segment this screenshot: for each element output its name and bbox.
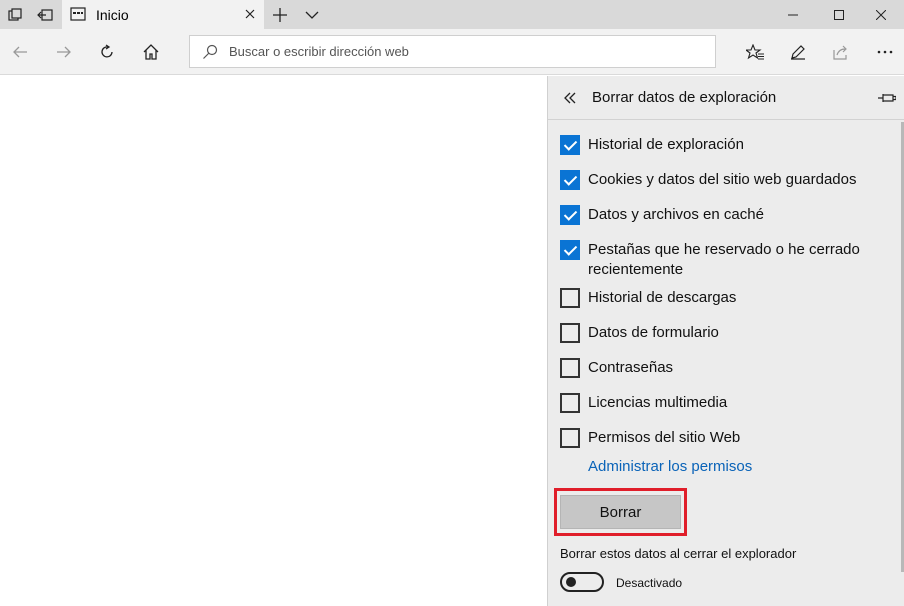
- favorites-button[interactable]: [740, 37, 770, 67]
- address-placeholder: Buscar o escribir dirección web: [229, 44, 409, 59]
- tab-title: Inicio: [96, 7, 129, 23]
- checkbox[interactable]: [560, 393, 580, 413]
- home-icon: [143, 44, 159, 60]
- new-tab-button[interactable]: [265, 0, 295, 29]
- minimize-button[interactable]: [770, 0, 816, 29]
- back-icon: [13, 46, 27, 58]
- back-button[interactable]: [5, 37, 35, 67]
- address-bar[interactable]: Buscar o escribir dirección web: [189, 35, 716, 68]
- tab-inicio[interactable]: Inicio: [62, 0, 264, 29]
- more-button[interactable]: [870, 37, 900, 67]
- close-icon: [245, 9, 255, 19]
- pin-icon: [878, 94, 896, 102]
- toggle-state-label: Desactivado: [616, 576, 683, 590]
- tab-preview-button[interactable]: [0, 0, 30, 29]
- forward-icon: [57, 46, 71, 58]
- option-label: Pestañas que he reservado o he cerrado r…: [588, 241, 860, 278]
- home-button[interactable]: [136, 37, 166, 67]
- checkbox[interactable]: [560, 428, 580, 448]
- clear-on-close-toggle[interactable]: [560, 572, 604, 592]
- panel-back-button[interactable]: [560, 88, 580, 108]
- checkbox[interactable]: [560, 170, 580, 190]
- option-label: Contraseñas: [588, 359, 674, 376]
- toggle-knob: [566, 577, 576, 587]
- manage-permissions-link[interactable]: Administrar los permisos: [588, 458, 752, 475]
- panel-header: Borrar datos de exploración: [548, 76, 904, 120]
- checkbox[interactable]: [560, 288, 580, 308]
- pin-panel-button[interactable]: [877, 88, 897, 108]
- option-label: Historial de descargas: [588, 289, 737, 306]
- maximize-button[interactable]: [816, 0, 862, 29]
- clear-browsing-data-panel: Borrar datos de exploración Historial de…: [547, 76, 904, 606]
- chevron-left-double-icon: [564, 92, 576, 104]
- checkbox[interactable]: [560, 240, 580, 260]
- share-button[interactable]: [826, 37, 856, 67]
- refresh-button[interactable]: [92, 37, 122, 67]
- option-label: Licencias multimedia: [588, 394, 728, 411]
- search-icon: [203, 44, 218, 59]
- web-note-button[interactable]: [783, 37, 813, 67]
- minimize-icon: [788, 14, 798, 15]
- checkbox[interactable]: [560, 205, 580, 225]
- option-label: Datos de formulario: [588, 324, 719, 341]
- tab-list-button[interactable]: [297, 0, 327, 29]
- clear-button[interactable]: Borrar: [560, 495, 681, 529]
- page-content: [0, 76, 547, 606]
- favorites-icon: [746, 44, 764, 60]
- new-tab-icon: [273, 7, 287, 22]
- web-note-icon: [791, 45, 805, 60]
- set-aside-tabs-icon: [37, 8, 53, 21]
- forward-button[interactable]: [49, 37, 79, 67]
- panel-title: Borrar datos de exploración: [592, 89, 777, 106]
- share-icon: [833, 45, 847, 60]
- tab-bar: Inicio: [0, 0, 904, 29]
- set-aside-tabs-button[interactable]: [30, 0, 60, 29]
- option-label: Historial de exploración: [588, 136, 744, 153]
- tab-preview-icon: [8, 7, 22, 21]
- chevron-down-icon: [305, 11, 319, 19]
- option-label: Datos y archivos en caché: [588, 206, 764, 223]
- close-icon: [876, 9, 886, 20]
- checkbox[interactable]: [560, 135, 580, 155]
- page-icon: [70, 7, 86, 21]
- tab-close-button[interactable]: [240, 4, 260, 24]
- window-close-button[interactable]: [858, 0, 904, 29]
- checkbox[interactable]: [560, 358, 580, 378]
- more-icon: [877, 50, 893, 54]
- refresh-icon: [101, 44, 113, 58]
- option-label: Permisos del sitio Web: [588, 429, 741, 446]
- maximize-icon: [834, 9, 844, 20]
- clear-on-close-label: Borrar estos datos al cerrar el explorad…: [560, 546, 797, 561]
- option-label: Cookies y datos del sitio web guardados: [588, 171, 857, 188]
- navigation-bar: Buscar o escribir dirección web: [0, 29, 904, 75]
- checkbox[interactable]: [560, 323, 580, 343]
